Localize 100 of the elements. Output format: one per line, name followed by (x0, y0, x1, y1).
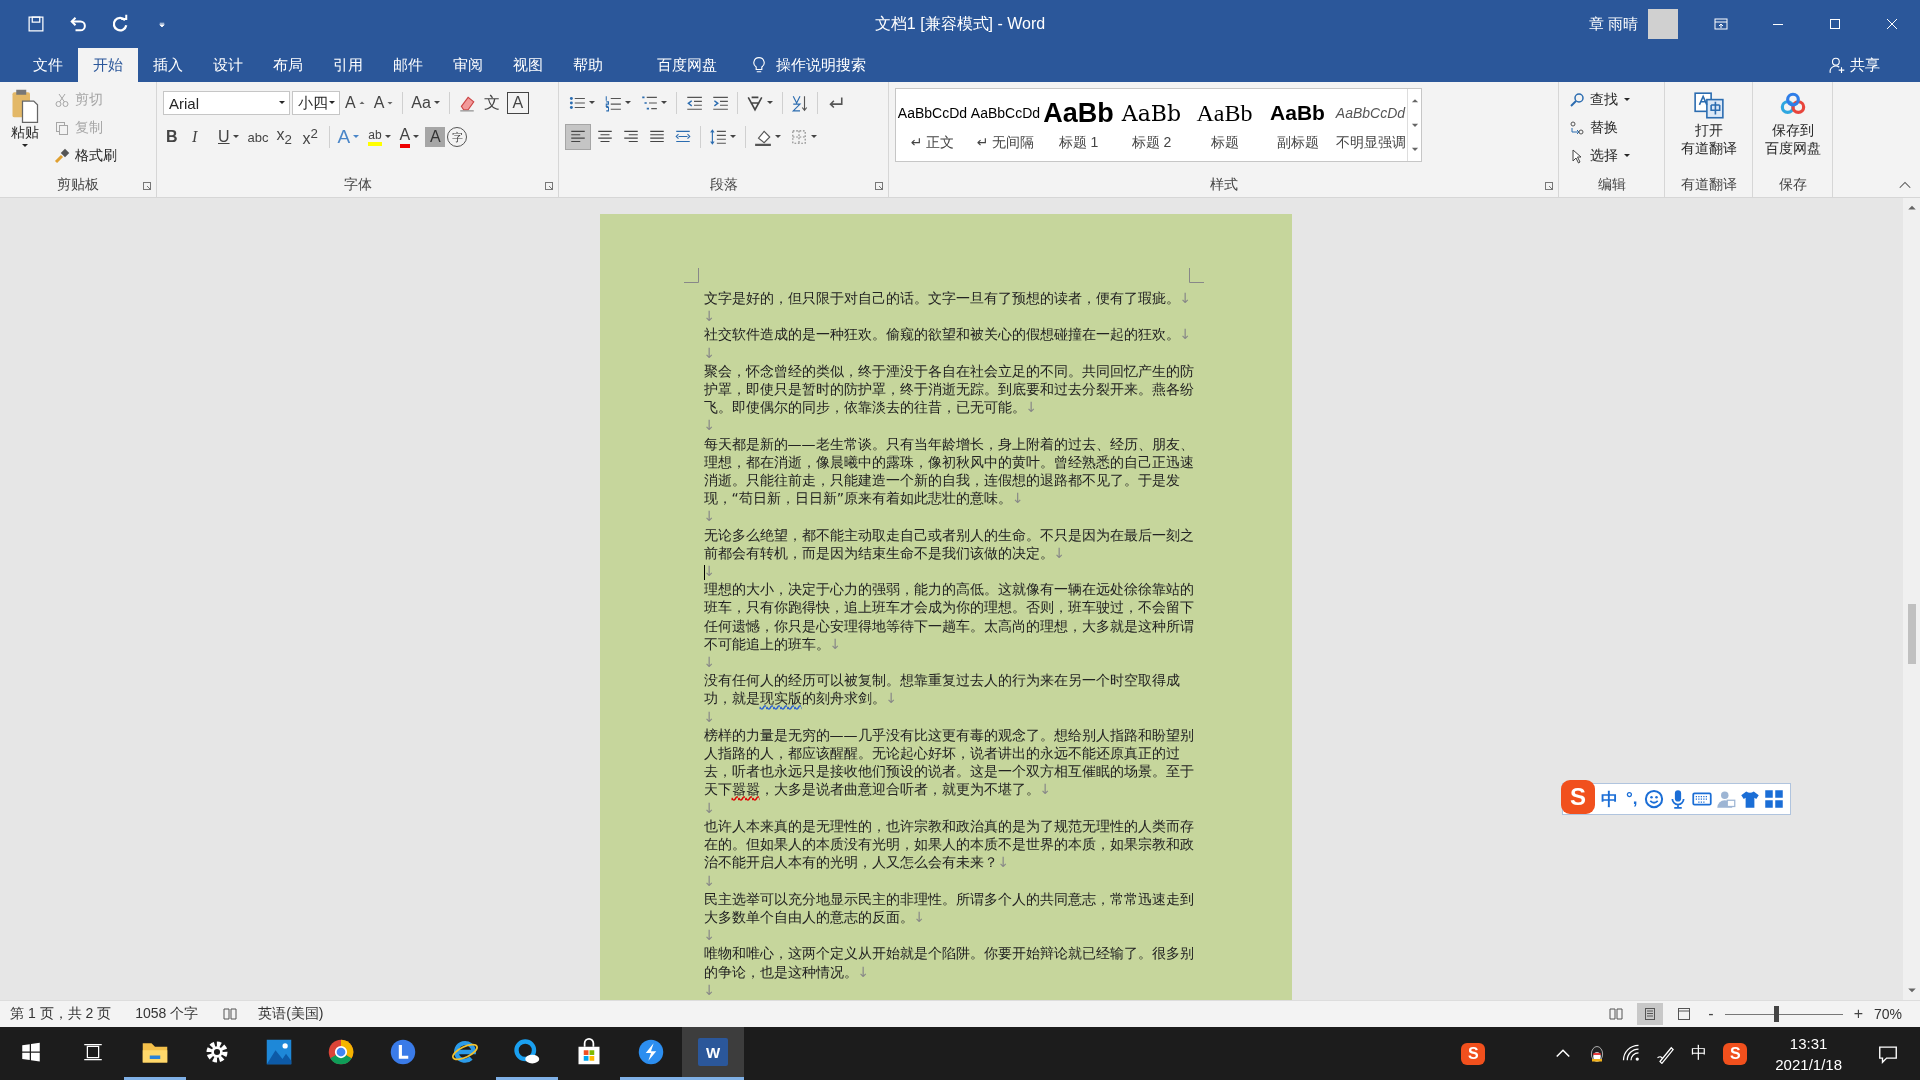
find-button[interactable]: 查找 (1565, 88, 1635, 112)
paragraph: 没有任何人的经历可以被复制。想靠重复过去人的行为来在另一个时空取得成功，就是现实版的刻舟求剑。↓ (703, 671, 1181, 708)
translate-button[interactable]: 打开 有道翻译 (1676, 86, 1741, 173)
ribbon-tab[interactable]: 设计 (198, 48, 258, 82)
caret-icon (774, 133, 782, 141)
language-indicator[interactable]: 英语(美国) (258, 1005, 324, 1023)
font-name-field[interactable]: Arial (163, 91, 290, 115)
ribbon-tab[interactable]: 开始 (78, 48, 138, 82)
paragraph: 唯物和唯心，这两个定义从开始就是个陷阱。你要开始辩论就已经输了。很多别的争论，也是这种情况。↓ (703, 944, 1195, 981)
caret-icon (352, 133, 361, 141)
align-left-button[interactable] (565, 124, 591, 150)
clock-date[interactable]: 2021/1/18 (1775, 1053, 1842, 1075)
style-name: ↵ 无间隔 (976, 134, 1035, 152)
window-icon (1712, 16, 1729, 32)
shrink-font-button[interactable]: A (370, 90, 398, 116)
input-mode-toggle[interactable]: °, (1624, 789, 1640, 809)
paragraph-mark: ↓ (703, 707, 716, 726)
ribbon-tab[interactable]: 帮助 (558, 48, 618, 82)
letter-circle-icon (389, 1038, 417, 1066)
caret-icon (660, 99, 668, 107)
select-button[interactable]: 选择 (1565, 144, 1635, 168)
input-method-logo[interactable]: S (1561, 780, 1595, 814)
character-border-button[interactable]: A (506, 92, 529, 114)
eraser-icon (457, 94, 476, 112)
style-option[interactable]: AaBb 标题 1 (1042, 89, 1115, 161)
dialog-launcher-icon[interactable] (142, 181, 152, 191)
page-count[interactable]: 第 1 页，共 2 页 (10, 1005, 112, 1023)
paragraph-mark: ↓ (703, 307, 716, 326)
zoom-level[interactable]: 70% (1873, 1006, 1902, 1022)
font-size-field[interactable]: 小四 (292, 91, 340, 115)
ribbon-tab[interactable]: 百度网盘 (642, 48, 732, 82)
paint-bucket-icon (754, 128, 772, 146)
line-spacing-icon (709, 128, 727, 146)
paragraph-mark: ↓ (703, 507, 716, 526)
ribbon-tab[interactable]: 文件 (18, 48, 78, 82)
caret-icon (383, 133, 392, 141)
clock-time[interactable]: 13:31 (1789, 1032, 1828, 1054)
sort-icon (791, 94, 809, 112)
triangle-up-icon (357, 99, 366, 107)
superscript-button[interactable]: x$^{2}$ (299, 124, 324, 150)
scrollbar-thumb[interactable] (1907, 604, 1916, 664)
grid-icon[interactable] (1763, 789, 1784, 809)
bold-button[interactable]: B (163, 124, 187, 150)
network-icon[interactable] (1621, 1043, 1642, 1064)
smiley-icon[interactable] (1643, 789, 1664, 809)
caret-icon (278, 99, 286, 107)
ribbon-tab[interactable]: 引用 (318, 48, 378, 82)
dialog-launcher-icon[interactable] (544, 181, 554, 191)
style-name: ↵ 正文 (910, 134, 955, 152)
ribbon-tab[interactable]: 视图 (498, 48, 558, 82)
ribbon-tab[interactable]: 审阅 (438, 48, 498, 82)
group-title: 剪贴板 (57, 176, 99, 194)
subscript-button[interactable]: x$_{2}$ (273, 124, 298, 150)
format-painter-button[interactable]: 格式刷 (50, 144, 121, 168)
grow-font-button[interactable]: A (342, 90, 369, 116)
style-option[interactable]: AaBb 副标题 (1261, 89, 1334, 161)
input-mode-toggle[interactable]: 中 (1599, 787, 1620, 811)
caret-icon (432, 99, 441, 107)
strikethrough-button[interactable]: abc (244, 124, 272, 150)
italic-button[interactable]: I (189, 124, 213, 150)
print-layout-button[interactable] (1637, 1003, 1664, 1025)
minimize-icon (1771, 23, 1784, 25)
style-option[interactable]: AaBbCcDd 不明显强调 (1334, 89, 1407, 161)
input-method-logo[interactable]: S (1461, 1042, 1486, 1065)
zoom-in-button[interactable]: + (1850, 1005, 1866, 1023)
phonetic-guide-button[interactable]: 文 (480, 90, 505, 116)
style-option[interactable]: AaBb 标题 2 (1115, 89, 1188, 161)
share-button[interactable]: 共享 (1822, 48, 1886, 82)
ribbon-tab[interactable]: 邮件 (378, 48, 438, 82)
input-method-logo[interactable]: S (1723, 1042, 1748, 1065)
tell-me-search[interactable]: 操作说明搜索 (750, 48, 866, 82)
paragraph-mark: ↓ (703, 653, 716, 672)
style-option[interactable]: AaBbCcDd ↵ 无间隔 (969, 89, 1042, 161)
ribbon-tab[interactable]: 插入 (138, 48, 198, 82)
style-option[interactable]: AaBbCcDd ↵ 正文 (896, 89, 969, 161)
dialog-launcher-icon[interactable] (874, 181, 884, 191)
vertical-scrollbar[interactable] (1903, 198, 1920, 1000)
word-count[interactable]: 1058 个字 (135, 1005, 199, 1023)
word-app-button[interactable]: W (682, 1027, 744, 1080)
input-language-indicator[interactable]: 中 (1689, 1043, 1710, 1064)
crop-mark-icon (1187, 268, 1204, 284)
shirt-icon[interactable] (1739, 789, 1760, 809)
zoom-out-button[interactable]: - (1705, 1005, 1717, 1023)
highlight-button[interactable]: ab (365, 124, 395, 150)
style-option[interactable]: AaBb 标题 (1188, 89, 1261, 161)
font-color-button[interactable]: A (396, 124, 424, 150)
paste-button[interactable]: 粘贴 (6, 86, 44, 173)
scissors-icon (54, 92, 70, 108)
search-icon (1569, 92, 1585, 108)
ribbon-tab[interactable]: 布局 (258, 48, 318, 82)
style-preview: AaBbCcDd (1335, 104, 1406, 123)
replace-button[interactable]: 替换 (1565, 116, 1635, 140)
character-shading-button[interactable]: A (425, 127, 446, 147)
underline-button[interactable]: U (215, 124, 243, 150)
change-case-button[interactable]: Aa (408, 90, 444, 116)
save-to-cloud-button[interactable]: 保存到 百度网盘 (1760, 86, 1825, 173)
slider-thumb[interactable] (1774, 1006, 1780, 1022)
dialog-launcher-icon[interactable] (1544, 181, 1554, 191)
caret-icon (412, 133, 421, 141)
style-name: 标题 (1210, 134, 1239, 152)
